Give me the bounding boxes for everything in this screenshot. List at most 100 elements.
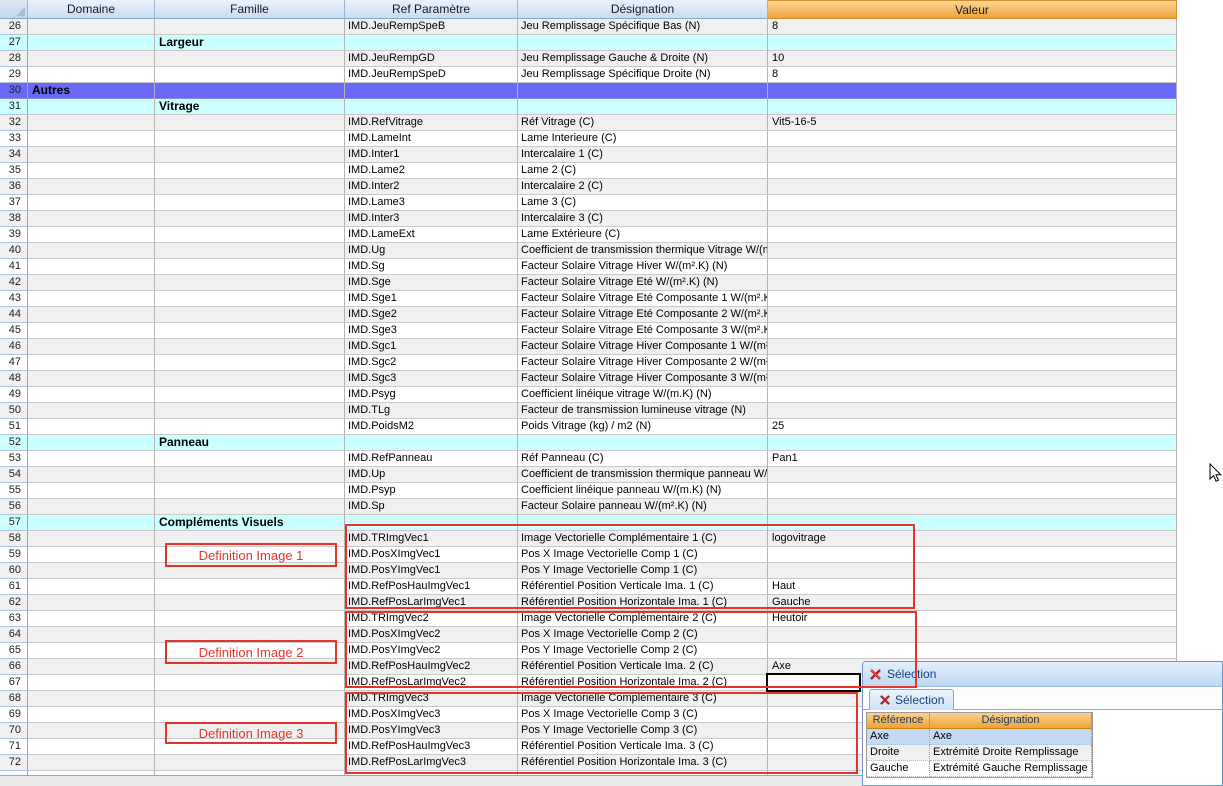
cell-domaine[interactable] [28,723,155,739]
cell-ref-parametre[interactable]: IMD.TLg [345,403,518,419]
row-number[interactable]: 67 [0,675,28,691]
cell-designation[interactable]: Intercalaire 1 (C) [518,147,768,163]
cell-domaine[interactable] [28,387,155,403]
selection-column-header[interactable]: Référence [867,713,930,729]
row-number[interactable]: 56 [0,499,28,515]
cell-designation[interactable]: Lame 2 (C) [518,163,768,179]
cell-ref-parametre[interactable]: IMD.Sgc3 [345,371,518,387]
cell-famille[interactable] [155,595,345,611]
select-all-corner[interactable] [0,0,28,19]
cell-famille[interactable]: Compléments Visuels [155,515,345,531]
cell-valeur[interactable] [768,371,1177,387]
cell-domaine[interactable] [28,739,155,755]
cell-domaine[interactable] [28,403,155,419]
cell-designation[interactable]: Lame 3 (C) [518,195,768,211]
cell-designation[interactable]: Intercalaire 3 (C) [518,211,768,227]
cell-domaine[interactable] [28,755,155,771]
cell-valeur[interactable] [768,467,1177,483]
cell-domaine[interactable] [28,563,155,579]
cell-ref-parametre[interactable] [345,435,518,451]
cell-famille[interactable] [155,323,345,339]
cell-ref-parametre[interactable]: IMD.Up [345,467,518,483]
cell-valeur[interactable] [768,403,1177,419]
cell-valeur[interactable] [768,83,1177,99]
cell-famille[interactable] [155,707,345,723]
cell-famille[interactable] [155,483,345,499]
cell-domaine[interactable] [28,499,155,515]
cell-valeur[interactable] [768,163,1177,179]
cell-famille[interactable] [155,451,345,467]
cell[interactable] [28,771,155,775]
cell-famille[interactable]: Panneau [155,435,345,451]
cell-ref-parametre[interactable]: IMD.Sge2 [345,307,518,323]
cell-valeur[interactable] [768,387,1177,403]
cell-domaine[interactable] [28,67,155,83]
column-header-ref-parametre[interactable]: Ref Paramètre [345,0,518,19]
cell-domaine[interactable] [28,291,155,307]
row-number[interactable]: 52 [0,435,28,451]
cell-domaine[interactable] [28,195,155,211]
cell-domaine[interactable] [28,163,155,179]
row-number[interactable]: 47 [0,355,28,371]
cell-domaine[interactable] [28,19,155,35]
cell-designation[interactable]: Intercalaire 2 (C) [518,179,768,195]
cell-valeur[interactable] [768,227,1177,243]
row-number[interactable]: 70 [0,723,28,739]
cell-famille[interactable] [155,67,345,83]
cell-famille[interactable] [155,499,345,515]
cell-famille[interactable] [155,419,345,435]
cell-domaine[interactable] [28,707,155,723]
cell-famille[interactable] [155,691,345,707]
row-number[interactable]: 26 [0,19,28,35]
cell-domaine[interactable] [28,579,155,595]
cell-famille[interactable] [155,211,345,227]
row-number[interactable]: 37 [0,195,28,211]
row-number[interactable]: 46 [0,339,28,355]
row-number[interactable]: 40 [0,243,28,259]
cell-domaine[interactable] [28,259,155,275]
cell-famille[interactable] [155,19,345,35]
selection-option-row[interactable]: AxeAxe [867,729,1092,745]
cell-ref-parametre[interactable]: IMD.Psyg [345,387,518,403]
selection-column-header[interactable]: Désignation [930,713,1092,729]
option-reference[interactable]: Axe [867,729,930,745]
cell-valeur[interactable] [768,291,1177,307]
cell-ref-parametre[interactable]: IMD.Inter2 [345,179,518,195]
cell-ref-parametre[interactable]: IMD.PoidsM2 [345,419,518,435]
row-number[interactable]: 53 [0,451,28,467]
cell-designation[interactable]: Réf Panneau (C) [518,451,768,467]
cell-domaine[interactable] [28,467,155,483]
cell-famille[interactable] [155,83,345,99]
tab-selection[interactable]: Sélection [869,689,954,710]
cell-designation[interactable]: Facteur Solaire Vitrage Hiver W/(m².K) (… [518,259,768,275]
cell-valeur[interactable] [768,35,1177,51]
cell-designation[interactable]: Facteur Solaire Vitrage Hiver Composante… [518,339,768,355]
cell-valeur[interactable] [768,259,1177,275]
cell-domaine[interactable] [28,35,155,51]
option-reference[interactable]: Droite [867,745,930,761]
column-header-famille[interactable]: Famille [155,0,345,19]
row-number[interactable] [0,771,28,775]
row-number[interactable]: 33 [0,131,28,147]
cell-domaine[interactable] [28,515,155,531]
option-designation[interactable]: Extrémité Gauche Remplissage [930,761,1092,777]
row-number[interactable]: 55 [0,483,28,499]
cell-designation[interactable]: Facteur Solaire panneau W/(m².K) (N) [518,499,768,515]
cell-domaine[interactable] [28,179,155,195]
cell-designation[interactable]: Jeu Remplissage Gauche & Droite (N) [518,51,768,67]
cell-ref-parametre[interactable]: IMD.JeuRempSpeB [345,19,518,35]
row-number[interactable]: 42 [0,275,28,291]
cell-domaine[interactable] [28,643,155,659]
cell-domaine[interactable] [28,99,155,115]
cell-famille[interactable]: Vitrage [155,99,345,115]
cell-ref-parametre[interactable]: IMD.Sgc2 [345,355,518,371]
row-number[interactable]: 32 [0,115,28,131]
cell-famille[interactable] [155,467,345,483]
cell-famille[interactable] [155,179,345,195]
cell-domaine[interactable] [28,371,155,387]
cell-domaine[interactable] [28,675,155,691]
row-number[interactable]: 49 [0,387,28,403]
cell-designation[interactable]: Facteur de transmission lumineuse vitrag… [518,403,768,419]
row-number[interactable]: 45 [0,323,28,339]
row-number[interactable]: 44 [0,307,28,323]
